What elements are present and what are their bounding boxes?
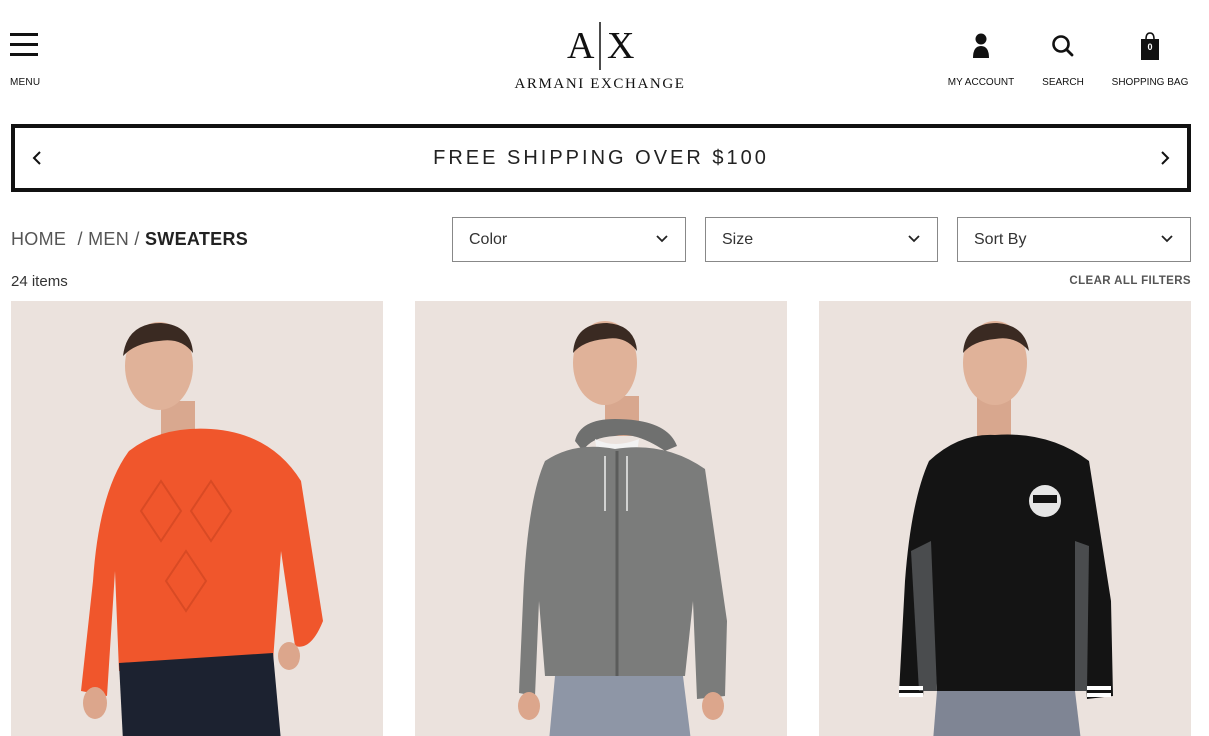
my-account-button[interactable]: MY ACCOUNT (946, 30, 1016, 88)
shopping-bag-button[interactable]: 0 SHOPPING BAG (1108, 30, 1192, 88)
color-filter-dropdown[interactable]: Color (452, 217, 686, 262)
chevron-left-icon (32, 151, 41, 165)
search-button[interactable]: SEARCH (1034, 30, 1092, 88)
color-filter-label: Color (469, 230, 508, 248)
item-count: 24 items (11, 273, 68, 290)
size-filter-label: Size (722, 230, 754, 248)
search-label: SEARCH (1042, 77, 1084, 88)
chevron-right-icon (1161, 151, 1170, 165)
my-account-label: MY ACCOUNT (947, 77, 1015, 88)
product-card[interactable] (11, 301, 383, 736)
black-patch-sweater-model-image (899, 321, 1113, 736)
orange-sweater-model-image (81, 322, 323, 736)
menu-label: MENU (10, 77, 41, 88)
breadcrumb: HOME / MEN / SWEATERS (11, 229, 248, 250)
promo-banner: FREE SHIPPING OVER $100 (11, 124, 1191, 192)
svg-text:A: A (567, 25, 595, 67)
search-icon (1052, 35, 1074, 57)
ax-logo-icon: A X (567, 22, 634, 70)
sort-by-label: Sort By (974, 230, 1027, 248)
menu-button[interactable]: MENU (10, 30, 50, 88)
clear-all-filters-link[interactable]: CLEAR ALL FILTERS (1069, 275, 1191, 287)
grey-zip-hoodie-model-image (518, 321, 727, 736)
product-card[interactable] (819, 301, 1191, 736)
breadcrumb-home[interactable]: HOME (11, 229, 66, 249)
chevron-down-icon (656, 235, 668, 243)
sort-by-dropdown[interactable]: Sort By (957, 217, 1191, 262)
size-filter-dropdown[interactable]: Size (705, 217, 938, 262)
brand-name: ARMANI EXCHANGE (514, 76, 686, 92)
promo-next-button[interactable] (1155, 148, 1175, 168)
bag-count: 0 (1147, 42, 1153, 52)
promo-text: FREE SHIPPING OVER $100 (433, 146, 769, 169)
breadcrumb-current: SWEATERS (144, 229, 249, 249)
site-header: MENU A X ARMANI EXCHANGE MY ACCOUNT SEAR… (0, 0, 1209, 110)
breadcrumb-men[interactable]: MEN (88, 229, 129, 249)
chevron-down-icon (1161, 235, 1173, 243)
shopping-bag-label: SHOPPING BAG (1111, 77, 1189, 88)
product-card[interactable] (415, 301, 787, 736)
promo-prev-button[interactable] (27, 148, 47, 168)
breadcrumb-separator: / (77, 229, 83, 249)
hamburger-icon (10, 30, 38, 56)
breadcrumb-separator: / (134, 229, 140, 249)
user-icon (973, 33, 989, 58)
chevron-down-icon (908, 235, 920, 243)
brand-logo[interactable]: A X ARMANI EXCHANGE (510, 20, 690, 93)
svg-text:X: X (607, 25, 634, 67)
